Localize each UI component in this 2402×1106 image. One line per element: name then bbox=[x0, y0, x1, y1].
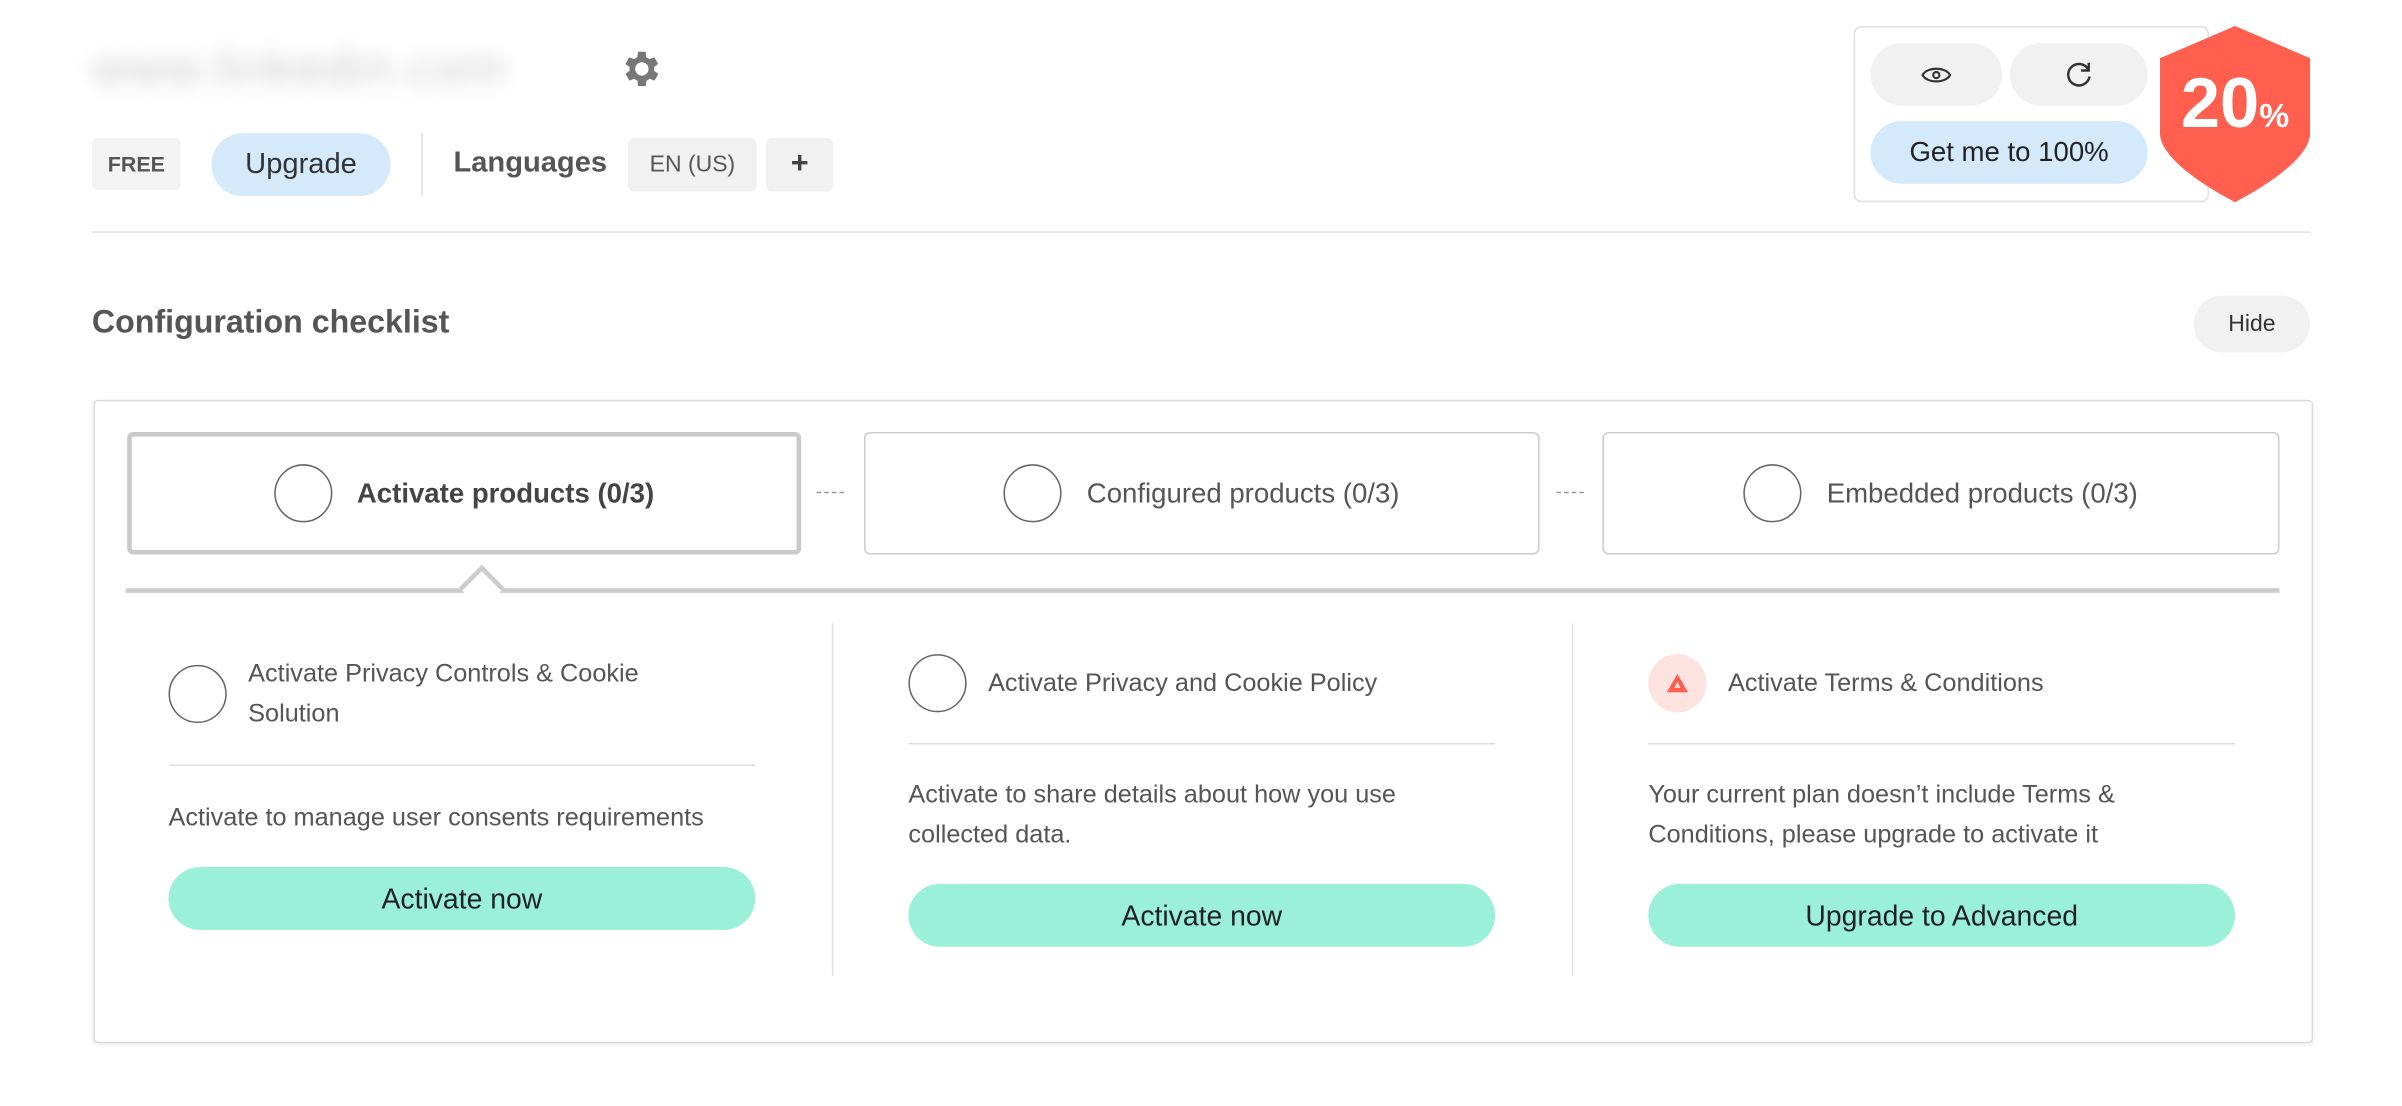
step-circle-icon bbox=[1744, 464, 1802, 522]
hide-button[interactable]: Hide bbox=[2194, 296, 2310, 353]
item-title: Activate Privacy and Cookie Policy bbox=[988, 663, 1377, 703]
gear-icon[interactable] bbox=[619, 46, 665, 92]
column-divider bbox=[832, 623, 834, 975]
checklist-item: Activate Terms & Conditions Your current… bbox=[1648, 623, 2235, 946]
language-en-us[interactable]: EN (US) bbox=[628, 138, 757, 192]
refresh-icon bbox=[2063, 59, 2094, 90]
checklist-title: Configuration checklist bbox=[92, 305, 449, 342]
checklist-item: Activate Privacy and Cookie Policy Activ… bbox=[908, 623, 1495, 946]
preview-button[interactable] bbox=[1870, 43, 2002, 106]
add-language-button[interactable]: + bbox=[766, 138, 833, 192]
upgrade-to-advanced-button[interactable]: Upgrade to Advanced bbox=[1648, 884, 2235, 947]
upgrade-button[interactable]: Upgrade bbox=[211, 133, 390, 196]
item-description: Your current plan doesn’t include Terms … bbox=[1648, 775, 2235, 855]
step-configured-products[interactable]: Configured products (0/3) bbox=[864, 432, 1540, 555]
item-title: Activate Terms & Conditions bbox=[1728, 663, 2044, 703]
column-divider bbox=[1572, 623, 1574, 975]
eye-icon bbox=[1921, 64, 1952, 85]
plan-badge: FREE bbox=[92, 138, 181, 190]
step-connector bbox=[817, 492, 845, 494]
activate-now-button[interactable]: Activate now bbox=[908, 884, 1495, 947]
item-title: Activate Privacy Controls & Cookie Solut… bbox=[248, 654, 708, 734]
step-circle-icon bbox=[1004, 464, 1062, 522]
score-value: 20% bbox=[2160, 61, 2310, 144]
site-name: www.linkedin.com bbox=[92, 40, 506, 97]
step-track bbox=[126, 588, 2280, 593]
step-label: Configured products (0/3) bbox=[1087, 477, 1400, 509]
item-description: Activate to manage user consents require… bbox=[169, 798, 756, 838]
step-label: Activate products (0/3) bbox=[357, 477, 654, 509]
item-description: Activate to share details about how you … bbox=[908, 775, 1495, 855]
get-me-to-100-button[interactable]: Get me to 100% bbox=[1870, 121, 2147, 184]
languages-label: Languages bbox=[453, 147, 607, 181]
header-divider bbox=[92, 231, 2310, 233]
step-circle-icon bbox=[274, 464, 332, 522]
step-embedded-products[interactable]: Embedded products (0/3) bbox=[1602, 432, 2279, 555]
status-circle-icon bbox=[169, 665, 227, 723]
step-label: Embedded products (0/3) bbox=[1827, 477, 2138, 509]
checklist-item: Activate Privacy Controls & Cookie Solut… bbox=[169, 623, 756, 929]
divider bbox=[421, 133, 423, 196]
warning-icon bbox=[1648, 654, 1706, 712]
refresh-button[interactable] bbox=[2010, 43, 2148, 106]
step-connector bbox=[1556, 492, 1584, 494]
status-circle-icon bbox=[908, 654, 966, 712]
activate-now-button[interactable]: Activate now bbox=[169, 867, 756, 930]
step-activate-products[interactable]: Activate products (0/3) bbox=[127, 432, 801, 555]
